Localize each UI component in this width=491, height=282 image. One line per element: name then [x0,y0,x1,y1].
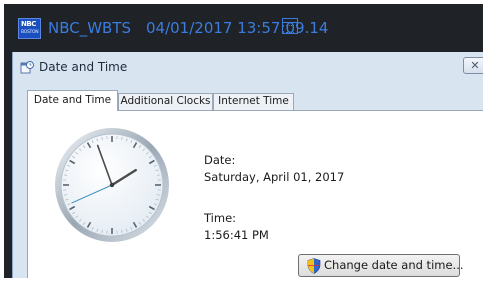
nbc-logo-icon: NBC BOSTON [18,18,41,39]
station-name: NBC_WBTS [48,19,132,37]
time-label: Time: [204,211,237,225]
station-timestamp: 04/01/2017 13:57:09.14 [146,19,329,37]
date-time-dialog: Date and Time ✕ Date and Time Additional… [12,52,483,278]
dialog-titlebar: Date and Time ✕ [13,52,483,82]
tab-date-and-time[interactable]: Date and Time [27,90,118,111]
clock-center [109,182,115,188]
date-time-icon [20,61,34,74]
screen-frame: NBC BOSTON NBC_WBTS 04/01/2017 13:57:09.… [4,4,483,278]
logo-line1: NBC [21,20,36,28]
dialog-title: Date and Time [39,60,128,74]
close-button[interactable]: ✕ [463,57,483,74]
time-value: 1:56:41 PM [204,228,269,242]
analog-clock [55,128,169,242]
date-value: Saturday, April 01, 2017 [204,170,345,184]
date-time-panel: Date: Saturday, April 01, 2017 Time: 1:5… [27,110,483,278]
change-date-time-label: Change date and time... [324,258,464,272]
station-bar: NBC BOSTON NBC_WBTS 04/01/2017 13:57:09.… [4,4,483,52]
change-date-time-button[interactable]: Change date and time... [298,254,464,277]
logo-line2: BOSTON [21,30,39,35]
tab-internet-time[interactable]: Internet Time [213,93,294,110]
close-icon: ✕ [470,59,480,72]
tab-additional-clocks[interactable]: Additional Clocks [118,93,213,110]
date-label: Date: [204,153,236,167]
shield-icon [307,258,321,274]
calendar-icon[interactable] [282,18,298,34]
